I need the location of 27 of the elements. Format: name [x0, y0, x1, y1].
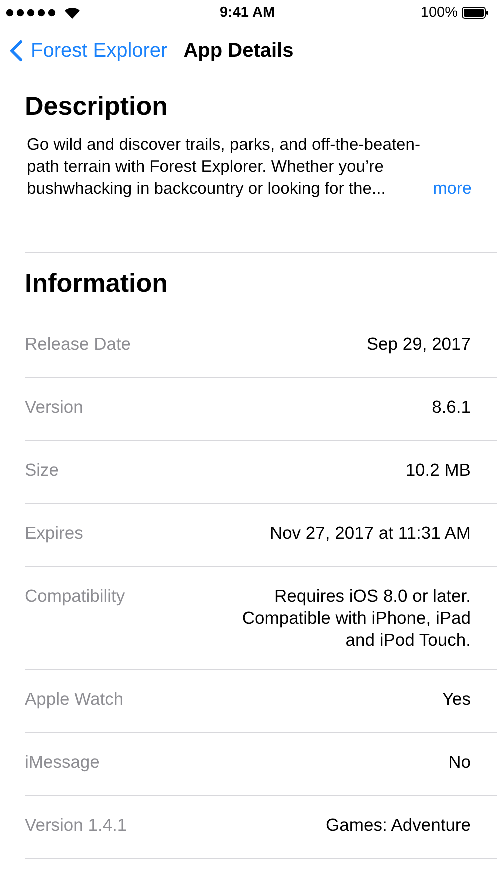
more-link[interactable]: more — [433, 178, 472, 200]
info-label: Apple Watch — [25, 688, 124, 710]
info-label: iMessage — [25, 751, 100, 773]
page-title: App Details — [184, 40, 294, 62]
description-text: Go wild and discover trails, parks, and off-the-beaten- path terrain with Forest Explorer. Whether you’re bushwhacking in backcountry or looking for the... — [27, 134, 421, 200]
info-value: No — [448, 751, 471, 773]
battery-percent: 100% — [420, 5, 458, 21]
info-label: Version 1.4.1 — [25, 814, 128, 836]
info-value: Requires iOS 8.0 or later. Compatible with iPhone, iPad and iPod Touch. — [242, 585, 471, 651]
info-label: Size — [25, 459, 60, 481]
info-label: Expires — [25, 522, 84, 544]
wifi-icon — [65, 8, 80, 18]
info-label: Compatibility — [25, 585, 126, 607]
info-value: Nov 27, 2017 at 11:31 AM — [270, 522, 471, 544]
battery-icon — [462, 7, 489, 19]
info-label: Version — [25, 396, 84, 418]
back-link[interactable]: Forest Explorer — [10, 40, 168, 62]
info-value: Games: Adventure — [326, 814, 471, 836]
status-time: 9:41 AM — [220, 5, 276, 21]
info-value: Yes — [442, 688, 471, 710]
section-heading: Description — [25, 90, 170, 122]
section-heading: Information — [25, 267, 169, 299]
back-chevron-icon — [10, 40, 23, 62]
info-label: Release Date — [25, 333, 132, 355]
info-value: Sep 29, 2017 — [366, 333, 471, 355]
info-value: 10.2 MB — [406, 459, 471, 481]
info-value: 8.6.1 — [432, 396, 471, 418]
